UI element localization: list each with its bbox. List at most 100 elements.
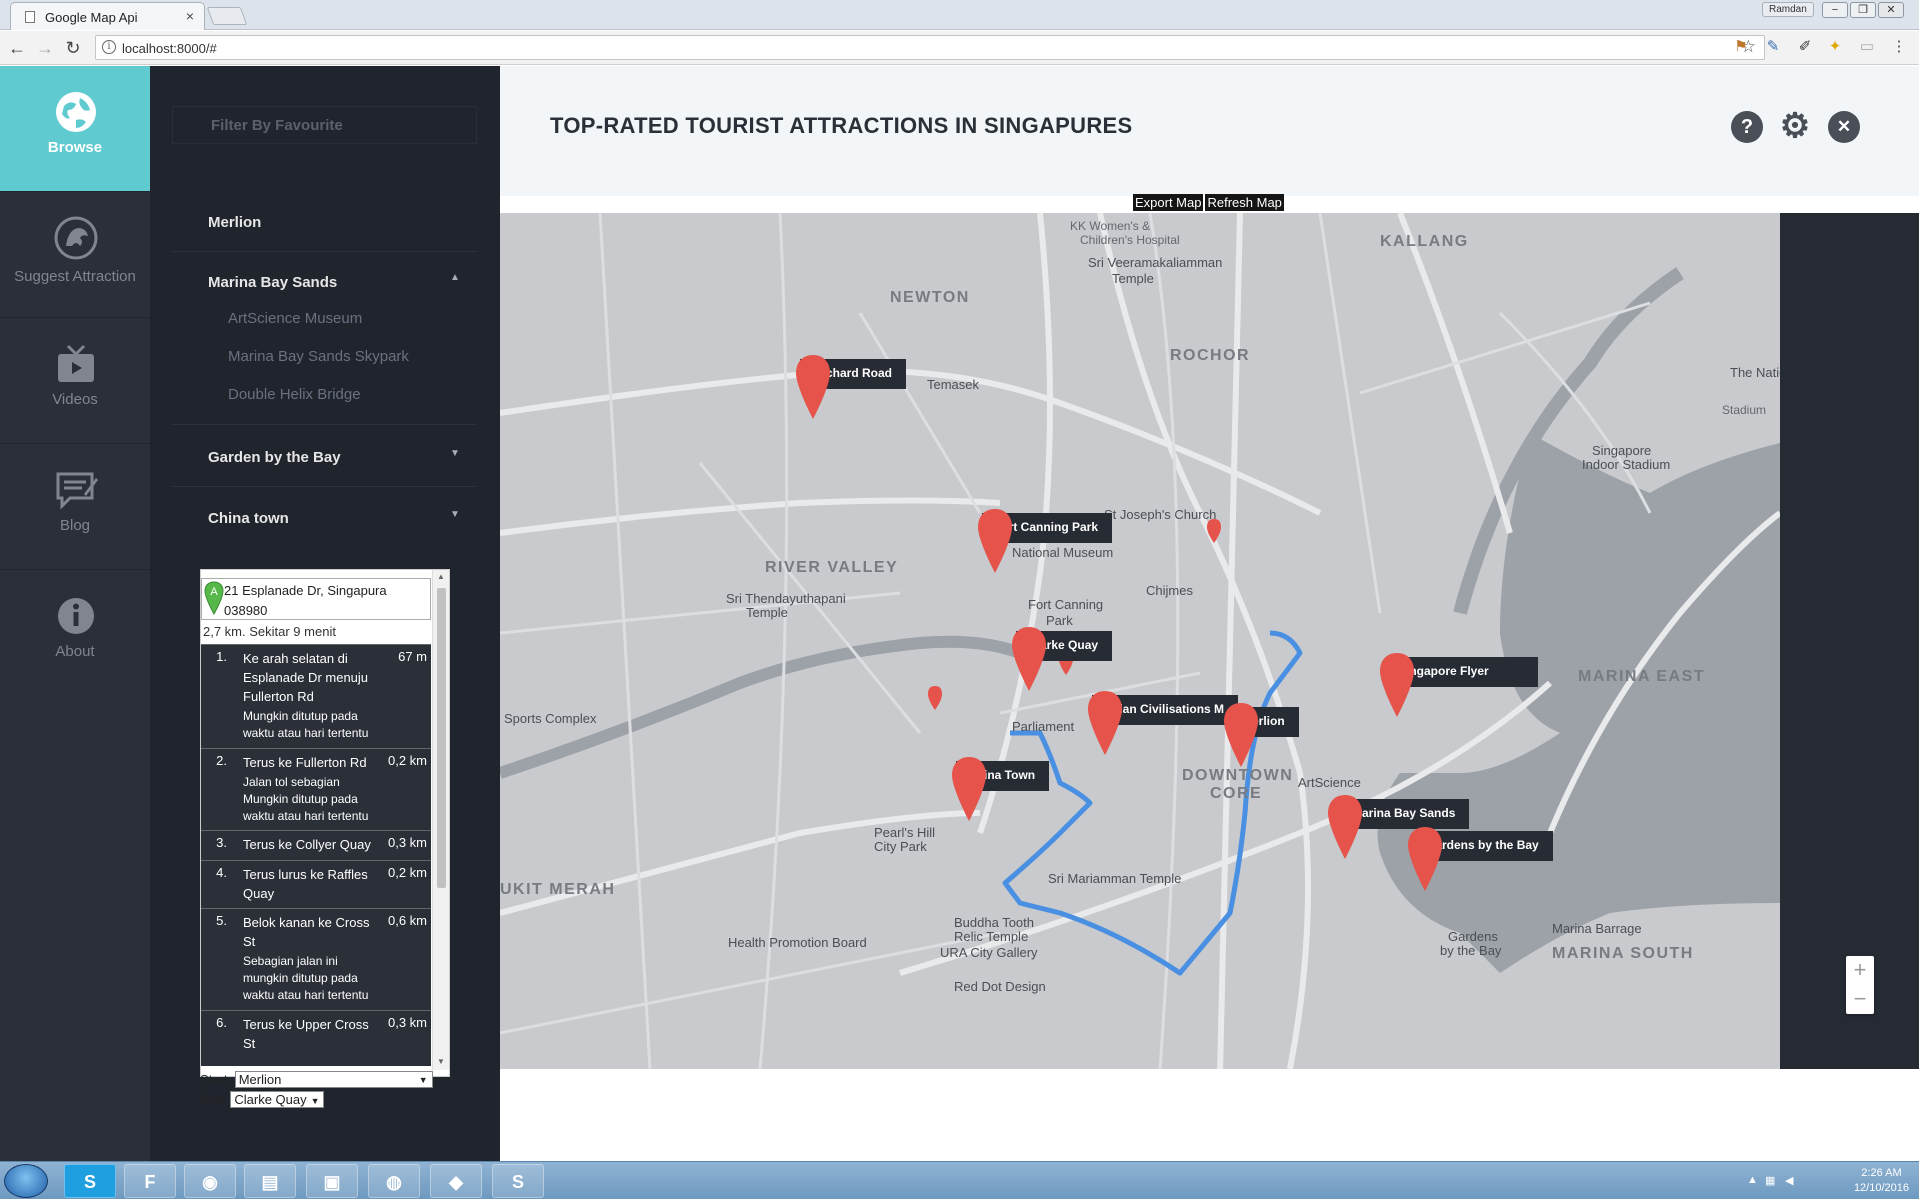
red-marker-icon[interactable] (1010, 625, 1048, 693)
window-close-button[interactable]: ✕ (1878, 2, 1904, 18)
expand-arrow-icon[interactable]: ▼ (450, 509, 460, 520)
direction-step[interactable]: 5. Belok kanan ke Cross St Sebagian jalan… (201, 908, 431, 1010)
url-bar[interactable]: i localhost:8000/# ☆ (95, 35, 1765, 60)
help-button[interactable]: ? (1731, 111, 1763, 143)
scrollbar-thumb[interactable] (437, 588, 446, 888)
start-button[interactable] (4, 1164, 48, 1198)
nav-label: Videos (52, 391, 98, 408)
red-marker-icon[interactable] (1378, 651, 1416, 719)
tv-icon (58, 344, 94, 382)
map-canvas[interactable]: NEWTON ROCHOR KALLANG RIVER VALLEY MARIN… (500, 213, 1780, 1069)
zoom-out-button[interactable]: − (1846, 985, 1874, 1014)
red-marker-icon[interactable] (1406, 825, 1444, 893)
scroll-up-icon[interactable]: ▲ (437, 572, 445, 581)
sidebar-subitem-helix-bridge[interactable]: Double Helix Bridge (228, 386, 361, 403)
clock[interactable]: 2:26 AM 12/10/2016 (1854, 1166, 1909, 1196)
close-button[interactable]: ✕ (1828, 111, 1860, 143)
direction-step[interactable]: 3. Terus ke Collyer Quay 0,3 km (201, 830, 431, 860)
map-right-panel (1780, 213, 1919, 1069)
reload-icon[interactable]: ↻ (62, 37, 84, 59)
red-marker-icon[interactable] (976, 507, 1014, 575)
back-icon[interactable]: ← (6, 37, 28, 59)
extension-bolt-icon[interactable]: ✦ (1826, 38, 1844, 56)
info-icon[interactable]: i (102, 40, 116, 54)
nav-videos[interactable]: Videos (0, 318, 150, 444)
nav-suggest-attraction[interactable]: Suggest Attraction (0, 192, 150, 318)
expand-arrow-icon[interactable]: ▼ (450, 448, 460, 459)
extension-card-icon[interactable]: ▭ (1858, 38, 1876, 56)
map-place-label: Pearl's Hill (874, 825, 935, 840)
collapse-arrow-icon[interactable]: ▲ (450, 272, 460, 283)
map-area-label: RIVER VALLEY (765, 559, 899, 576)
merlion-icon (54, 216, 98, 260)
menu-icon[interactable]: ⋮ (1890, 38, 1908, 56)
filter-input[interactable]: Filter By Favourite (172, 106, 477, 144)
directions-scrollbar[interactable]: ▲ ▼ (432, 570, 449, 1070)
minimize-button[interactable]: − (1822, 2, 1848, 18)
settings-gear-icon[interactable]: ⚙ (1779, 109, 1811, 143)
step-distance: 0,3 km (387, 1015, 427, 1030)
map-place-label: Fort Canning (1028, 597, 1104, 612)
sidebar-item-china-town[interactable]: China town (208, 510, 289, 527)
map-place-label: Health Promotion Board (728, 935, 867, 950)
sidebar-subitem-skypark[interactable]: Marina Bay Sands Skypark (228, 348, 409, 365)
step-distance: 0,2 km (387, 865, 427, 880)
sidebar-item-marina-bay-sands[interactable]: Marina Bay Sands (208, 274, 337, 291)
network-icon[interactable]: ▦ (1765, 1174, 1779, 1188)
direction-step[interactable]: 1. Ke arah selatan di Esplanade Dr menuj… (201, 644, 431, 748)
sublime-icon[interactable]: S (492, 1164, 544, 1198)
system-tray: ▲ ▦ ◀ 2:26 AM 12/10/2016 (1739, 1162, 1919, 1200)
direction-step[interactable]: 4. Terus lurus ke Raffles Quay 0,2 km (201, 860, 431, 908)
map-place-label: Gardens (1448, 929, 1498, 944)
nav-blog[interactable]: Blog (0, 444, 150, 570)
chrome-icon[interactable]: ◉ (184, 1164, 236, 1198)
terminal-icon[interactable]: ▣ (306, 1164, 358, 1198)
file-explorer-icon[interactable]: ▤ (244, 1164, 296, 1198)
skype-icon[interactable]: S (64, 1164, 116, 1198)
eyedropper-icon[interactable]: ✎ (1764, 38, 1782, 56)
sidebar-item-garden-by-the-bay[interactable]: Garden by the Bay (208, 449, 341, 466)
sidebar-item-merlion[interactable]: Merlion (208, 214, 261, 231)
step-text: Terus ke Fullerton Rd Jalan tol sebagian … (243, 753, 373, 825)
map-place-label: Buddha Tooth (954, 915, 1034, 930)
app: Browse Suggest Attraction Videos Blog Ab… (0, 66, 1919, 1161)
extension-pen-icon[interactable]: ✐ (1796, 38, 1814, 56)
step-note: Mungkin ditutup pada waktu atau hari ter… (243, 709, 369, 740)
map-area-label: DOWNTOWN (1182, 767, 1294, 784)
start-select[interactable]: Merlion ▼ (234, 1071, 433, 1088)
direction-step[interactable]: 6. Terus ke Upper Cross St 0,3 km (201, 1010, 431, 1066)
postgres-icon[interactable]: ◍ (368, 1164, 420, 1198)
step-number: 3. (216, 835, 227, 850)
browser-tab[interactable]: Google Map Api × (10, 2, 205, 30)
step-distance: 0,6 km (387, 913, 427, 928)
red-marker-icon[interactable] (1222, 701, 1260, 769)
direction-step[interactable]: 2. Terus ke Fullerton Rd Jalan tol sebagi… (201, 748, 431, 830)
red-marker-icon[interactable] (794, 353, 832, 421)
volume-icon[interactable]: ◀ (1785, 1174, 1799, 1188)
red-marker-icon[interactable] (1326, 793, 1364, 861)
tray-expand-icon[interactable]: ▲ (1747, 1174, 1761, 1188)
maximize-button[interactable]: ❐ (1850, 2, 1876, 18)
nav-label: Browse (47, 139, 103, 156)
directions-list[interactable]: A 21 Esplanade Dr, Singapura 038980 2,7 … (201, 570, 433, 1066)
end-select[interactable]: Clarke Quay ▼ (230, 1091, 324, 1108)
map-place-label: Temasek (927, 377, 980, 392)
red-marker-icon[interactable] (1086, 689, 1124, 757)
red-marker-icon[interactable] (950, 755, 988, 823)
step-text: Terus ke Upper Cross St (243, 1017, 369, 1051)
new-tab-button[interactable] (206, 7, 248, 25)
app-icon[interactable]: ◆ (430, 1164, 482, 1198)
divider (172, 486, 477, 487)
user-badge[interactable]: Ramdan (1762, 2, 1814, 17)
refresh-map-button[interactable]: Refresh Map (1205, 194, 1284, 211)
scroll-down-icon[interactable]: ▼ (437, 1057, 445, 1066)
zoom-in-button[interactable]: + (1846, 956, 1874, 985)
tab-close-icon[interactable]: × (186, 8, 194, 24)
export-map-button[interactable]: Export Map (1133, 194, 1204, 211)
extension-icon[interactable]: ⚑ (1732, 38, 1750, 56)
nav-about[interactable]: About (0, 570, 150, 696)
forward-icon[interactable]: → (34, 37, 56, 59)
sidebar-subitem-artscience[interactable]: ArtScience Museum (228, 310, 362, 327)
firefox-icon[interactable]: F (124, 1164, 176, 1198)
nav-browse[interactable]: Browse (0, 66, 150, 192)
